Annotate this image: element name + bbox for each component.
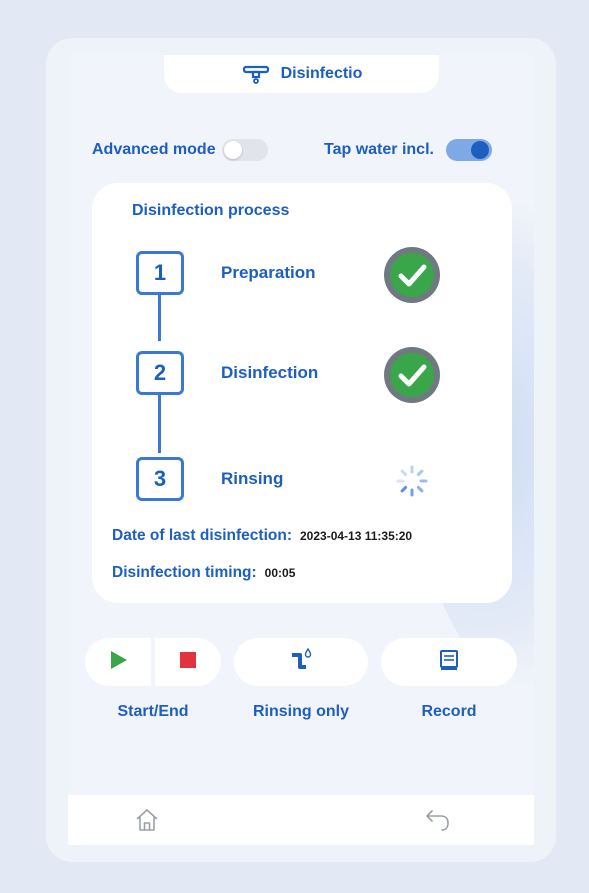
timing-value: 00:05 (264, 566, 296, 580)
tap-water-label: Tap water incl. (324, 141, 434, 158)
advanced-mode-toggle[interactable] (221, 139, 268, 161)
record-book-icon (439, 649, 459, 676)
loading-spinner-icon (382, 451, 442, 511)
app-screen: Disinfectio Advanced mode Tap water incl… (68, 55, 534, 845)
step-connector (158, 295, 161, 341)
step-label-preparation: Preparation (221, 263, 316, 282)
rinsing-only-label: Rinsing only (253, 703, 349, 720)
stop-icon (179, 651, 197, 674)
record-label: Record (421, 703, 477, 720)
step-number-3: 3 (136, 457, 184, 501)
tap-water-toggle[interactable] (445, 139, 492, 161)
timing-label: Disinfection timing: (112, 564, 257, 581)
check-circle-icon (382, 345, 442, 405)
start-button[interactable] (85, 638, 151, 686)
start-end-label: Start/End (117, 703, 189, 720)
start-end-control (85, 638, 221, 686)
faucet-icon (241, 64, 271, 84)
page-header: Disinfectio (164, 55, 439, 93)
back-arrow-icon[interactable] (423, 807, 453, 838)
last-disinfection-label: Date of last disinfection: (112, 527, 292, 544)
toggle-knob (223, 141, 242, 159)
advanced-mode-label: Advanced mode (92, 141, 216, 158)
disinfection-process-card: Disinfection process 1 Preparation 2 Dis… (92, 183, 512, 603)
process-title: Disinfection process (132, 202, 290, 219)
step-number-2: 2 (136, 351, 184, 395)
step-connector (158, 395, 161, 453)
pipe-drop-icon (288, 647, 314, 678)
rinsing-only-button[interactable] (234, 638, 368, 686)
last-disinfection-row: Date of last disinfection: 2023-04-13 11:… (112, 527, 412, 545)
last-disinfection-value: 2023-04-13 11:35:20 (300, 529, 413, 543)
step-label-rinsing: Rinsing (221, 469, 284, 488)
home-icon[interactable] (134, 807, 160, 838)
stop-button[interactable] (155, 638, 221, 686)
advanced-mode-row: Advanced mode (92, 139, 268, 161)
record-button[interactable] (381, 638, 517, 686)
step-number-1: 1 (136, 251, 184, 295)
toggle-knob (470, 141, 489, 159)
timing-row: Disinfection timing: 00:05 (112, 564, 295, 582)
tap-water-row: Tap water incl. (324, 139, 492, 161)
play-icon (108, 650, 128, 675)
page-title: Disinfectio (280, 65, 363, 82)
bottom-bar-notch (258, 795, 348, 810)
check-circle-icon (382, 245, 442, 305)
step-label-disinfection: Disinfection (221, 363, 319, 382)
